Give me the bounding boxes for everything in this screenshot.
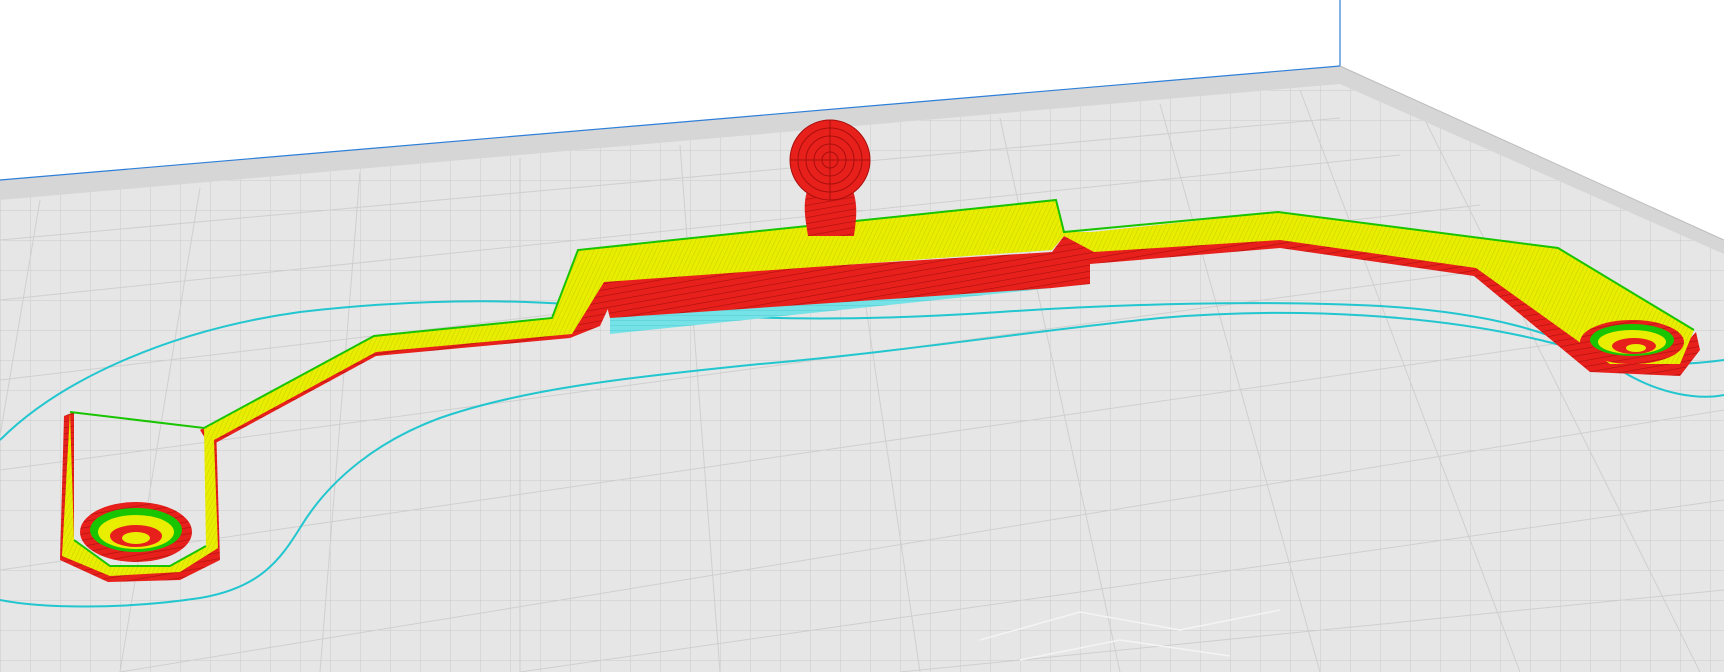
right-mount-hole bbox=[1580, 320, 1684, 364]
left-mount-hole bbox=[80, 502, 192, 562]
build-plate bbox=[0, 0, 1724, 672]
layer-view-canvas[interactable] bbox=[0, 0, 1724, 672]
3d-viewport[interactable] bbox=[0, 0, 1724, 672]
